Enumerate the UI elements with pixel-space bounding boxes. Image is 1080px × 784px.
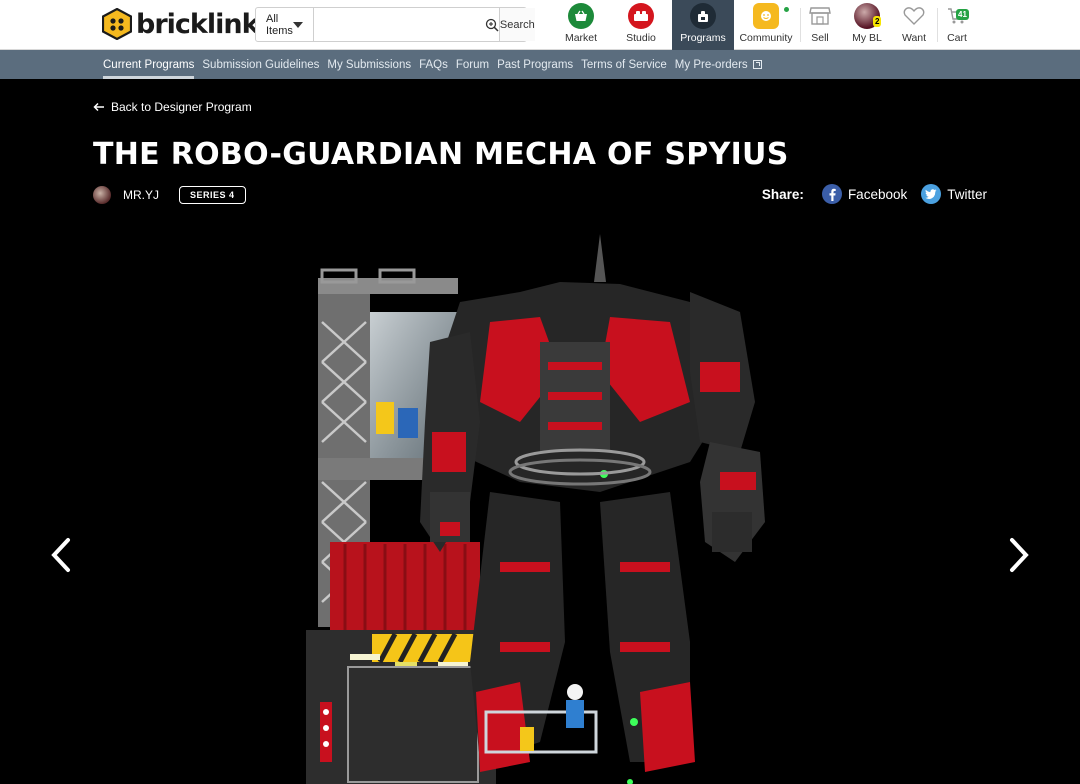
subnav-my-submissions[interactable]: My Submissions: [327, 50, 411, 79]
nav-cart[interactable]: Cart 41: [940, 0, 974, 50]
share-label: Share:: [761, 186, 804, 202]
subnav-terms-of-service[interactable]: Terms of Service: [581, 50, 667, 79]
nav-want[interactable]: Want: [895, 0, 933, 50]
facebook-label: Facebook: [847, 186, 908, 202]
brand-name: bricklink®: [136, 8, 267, 40]
zoom-in-icon[interactable]: [485, 8, 499, 41]
subnav-past-programs[interactable]: Past Programs: [497, 50, 573, 79]
author-avatar[interactable]: [93, 186, 111, 204]
nav-market-label: Market: [564, 32, 598, 44]
nav-sell[interactable]: Sell: [803, 0, 837, 50]
online-dot: [784, 7, 789, 12]
nav-my-bl-label: My BL: [852, 32, 882, 44]
subnav-current-programs[interactable]: Current Programs: [103, 50, 195, 79]
author-name[interactable]: MR.YJ: [123, 188, 159, 202]
search-button[interactable]: Search: [498, 8, 535, 41]
chevron-down-icon: [292, 21, 303, 28]
category-select[interactable]: All Items: [256, 8, 314, 41]
carousel-next-button[interactable]: [1004, 536, 1034, 574]
nav-want-label: Want: [901, 32, 927, 44]
nav-programs-label: Programs: [680, 32, 726, 44]
subnav-forum[interactable]: Forum: [456, 50, 489, 79]
search-input[interactable]: [313, 8, 485, 41]
programs-icon: [690, 3, 716, 29]
heart-icon: [901, 3, 927, 29]
chevron-right-icon: [1010, 538, 1029, 572]
community-icon: [753, 3, 779, 29]
model-render-image: [306, 234, 765, 784]
programs-subnav: Current Programs Submission Guidelines M…: [0, 50, 1080, 79]
nav-divider: [937, 8, 938, 42]
back-link[interactable]: Back to Designer Program: [93, 100, 252, 114]
search-bar: All Items Search: [255, 7, 535, 42]
nav-market[interactable]: Market: [556, 0, 606, 50]
nav-studio-label: Studio: [626, 32, 656, 44]
share-row: Share: Facebook Twitter: [762, 184, 987, 204]
back-link-label: Back to Designer Program: [111, 100, 252, 114]
nav-sell-label: Sell: [811, 32, 829, 44]
nav-studio[interactable]: Studio: [616, 0, 666, 50]
model-image-carousel: [0, 222, 1080, 784]
bricklink-logo[interactable]: bricklink®: [102, 7, 267, 41]
cart-count-badge: 41: [956, 9, 969, 20]
nav-divider: [800, 8, 801, 42]
nav-my-bl[interactable]: My BL 2: [846, 0, 888, 50]
external-link-icon: [752, 60, 762, 69]
brick-logo-icon: [102, 8, 132, 40]
subnav-my-pre-orders-label: My Pre-orders: [674, 58, 748, 71]
chevron-left-icon: [51, 538, 70, 572]
share-facebook[interactable]: Facebook: [821, 184, 908, 204]
nav-community[interactable]: Community: [736, 0, 796, 50]
shop-icon: [807, 3, 833, 29]
subnav-faqs[interactable]: FAQs: [419, 50, 448, 79]
notification-badge: 2: [873, 16, 882, 27]
twitter-label: Twitter: [947, 186, 987, 202]
category-select-value: All Items: [266, 12, 293, 37]
share-twitter[interactable]: Twitter: [921, 184, 987, 204]
series-badge: SERIES 4: [179, 186, 246, 204]
nav-cart-label: Cart: [947, 32, 967, 44]
author-row: MR.YJ SERIES 4: [93, 185, 246, 205]
subnav-submission-guidelines[interactable]: Submission Guidelines: [202, 50, 319, 79]
subnav-my-pre-orders[interactable]: My Pre-orders: [675, 50, 762, 79]
basket-icon: [568, 3, 594, 29]
carousel-prev-button[interactable]: [46, 536, 76, 574]
page-title: THE ROBO-GUARDIAN MECHA OF SPYIUS: [93, 137, 789, 172]
facebook-icon: [821, 184, 842, 204]
studio-brick-icon: [628, 3, 654, 29]
nav-community-label: Community: [739, 32, 793, 44]
twitter-icon: [921, 184, 942, 204]
top-header: bricklink® All Items Search Market Studi…: [0, 0, 1080, 50]
arrow-left-icon: [93, 102, 104, 112]
nav-programs[interactable]: Programs: [672, 0, 734, 50]
